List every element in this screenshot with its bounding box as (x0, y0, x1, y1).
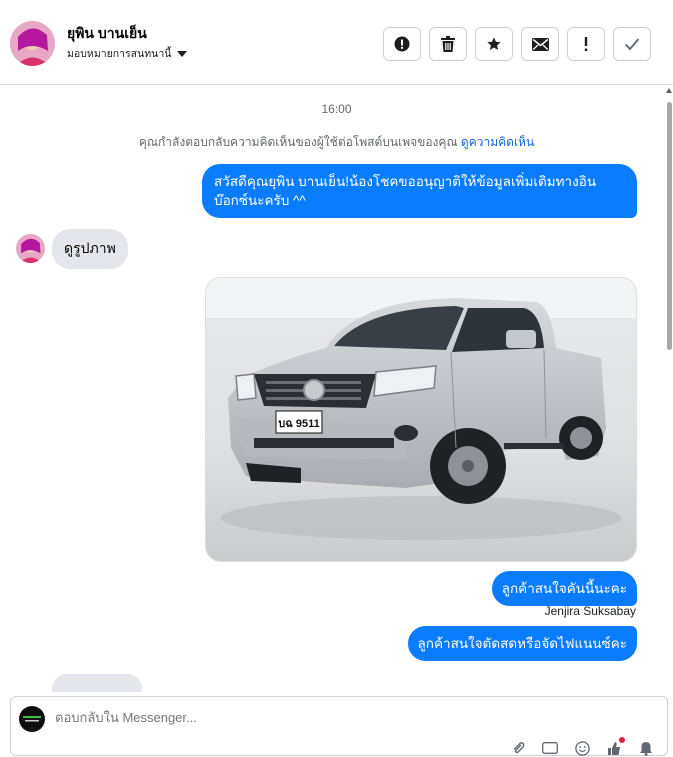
alert-circle-icon (394, 36, 410, 52)
like-icon[interactable] (605, 737, 625, 757)
page-avatar (19, 706, 45, 732)
reply-input[interactable] (55, 710, 615, 725)
message-timestamp: 16:00 (321, 102, 352, 116)
truck-photo-attachment[interactable]: บฉ 9511 (205, 277, 637, 562)
bell-icon[interactable] (637, 739, 655, 757)
delete-button[interactable] (429, 27, 467, 61)
trash-icon (441, 36, 455, 52)
contact-avatar-small[interactable] (16, 234, 45, 263)
envelope-icon (531, 37, 549, 51)
license-plate-text: บฉ 9511 (278, 418, 319, 430)
system-notice-text: คุณกำลังตอบกลับความคิดเห็นของผู้ใช้ต่อโพ… (138, 135, 458, 149)
notification-dot (619, 737, 625, 743)
system-notice: คุณกำลังตอบกลับความคิดเห็นของผู้ใช้ต่อโพ… (0, 133, 673, 152)
view-comment-link[interactable]: ดูความคิดเห็น (461, 135, 534, 149)
assign-conversation-dropdown[interactable]: มอบหมายการสนทนานี้ (67, 45, 188, 62)
outgoing-message[interactable]: ลูกค้าสนใจตัดสดหรือจัดไฟแนนซ์คะ (407, 626, 637, 661)
star-button[interactable] (475, 27, 513, 61)
composer-toolbar (509, 737, 655, 757)
thread-scrollbar[interactable] (665, 86, 673, 692)
conversation-header: ยุพิน บานเย็น มอบหมายการสนทนานี้ (0, 0, 673, 85)
contact-name[interactable]: ยุพิน บานเย็น (67, 23, 147, 45)
outgoing-message[interactable]: ลูกค้าสนใจคันนี้นะคะ (491, 571, 637, 606)
exclamation-icon (584, 37, 588, 51)
gif-icon[interactable] (541, 739, 559, 757)
emoji-icon[interactable] (573, 739, 591, 757)
reply-composer[interactable] (10, 696, 668, 756)
assign-label: มอบหมายการสนทนานี้ (67, 48, 172, 60)
mark-unread-button[interactable] (521, 27, 559, 61)
header-actions (383, 27, 651, 61)
mark-done-button[interactable] (613, 27, 651, 61)
attachment-icon[interactable] (509, 739, 527, 757)
contact-avatar[interactable] (10, 21, 55, 66)
scroll-up-arrow-icon[interactable] (666, 88, 672, 93)
check-icon (624, 38, 640, 51)
follow-up-button[interactable] (567, 27, 605, 61)
sender-name: Jenjira Suksabay (544, 604, 636, 618)
caret-down-icon (177, 50, 188, 57)
incoming-message-partial[interactable] (52, 674, 142, 692)
incoming-message[interactable]: ดูรูปภาพ (52, 229, 128, 269)
message-thread[interactable]: 16:00 คุณกำลังตอบกลับความคิดเห็นของผู้ใช… (0, 86, 673, 692)
spam-button[interactable] (383, 27, 421, 61)
scroll-thumb[interactable] (667, 102, 672, 350)
star-icon (487, 37, 501, 50)
outgoing-message[interactable]: สวัสดีคุณยุพิน บานเย็น!น้องโชคขออนุญาติใ… (202, 164, 637, 218)
